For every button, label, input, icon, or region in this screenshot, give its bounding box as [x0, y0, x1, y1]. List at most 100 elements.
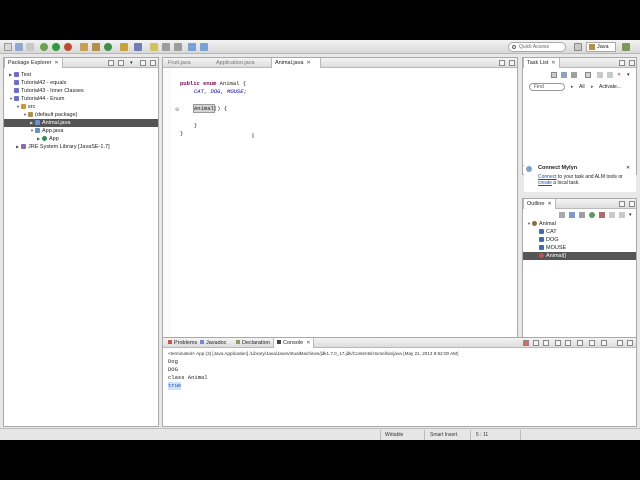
display-console-icon[interactable] — [589, 340, 595, 346]
tree-item-jre-library[interactable]: ▶ JRE System Library [JavaSE-1.7] — [4, 143, 110, 151]
open-type-icon[interactable] — [120, 43, 128, 51]
debug-perspective-icon[interactable] — [622, 43, 630, 51]
forward-icon[interactable] — [200, 43, 208, 51]
maximize-icon[interactable] — [629, 201, 635, 207]
new-class-icon[interactable] — [104, 43, 112, 51]
outline-item-dog[interactable]: DOG — [523, 236, 559, 244]
tab-problems[interactable]: Problems — [165, 338, 200, 348]
new-task-icon[interactable] — [551, 72, 557, 78]
close-icon[interactable]: ✕ — [54, 60, 58, 66]
view-menu-icon[interactable]: ▾ — [130, 60, 136, 66]
open-perspective-icon[interactable] — [574, 43, 582, 51]
hide-fields-icon[interactable] — [569, 212, 575, 218]
next-annotation-icon[interactable] — [162, 43, 170, 51]
hide-completed-icon[interactable] — [585, 72, 591, 78]
code-line-1[interactable]: public enum Animal { — [180, 80, 246, 88]
tab-outline[interactable]: Outline ✕ — [523, 199, 556, 209]
pin-console-icon[interactable] — [577, 340, 583, 346]
outline-item-animal[interactable]: ▼ Animal — [523, 220, 556, 228]
run-last-icon[interactable] — [64, 43, 72, 51]
maximize-icon[interactable] — [509, 60, 515, 66]
outline-item-mouse[interactable]: MOUSE — [523, 244, 566, 252]
new-java-project-icon[interactable] — [80, 43, 88, 51]
code-line-2[interactable]: CAT, DOG, MOUSE; — [194, 88, 247, 96]
categorized-icon[interactable] — [561, 72, 567, 78]
minimize-icon[interactable] — [140, 60, 146, 66]
fold-marker-icon[interactable]: ⊖ — [175, 107, 179, 113]
filter-arrow-icon[interactable]: ▸ — [571, 84, 574, 90]
tree-item-app-java[interactable]: ▼ App.java — [4, 127, 63, 135]
toggle-mark-icon[interactable] — [150, 43, 158, 51]
new-package-icon[interactable] — [92, 43, 100, 51]
back-icon[interactable] — [188, 43, 196, 51]
view-menu-icon[interactable]: ▾ — [627, 72, 630, 78]
maximize-icon[interactable] — [627, 340, 633, 346]
hide-nonpublic-icon[interactable] — [589, 212, 595, 218]
code-line-4[interactable]: Animal() { — [193, 104, 227, 113]
maximize-icon[interactable] — [629, 60, 635, 66]
activate-arrow-icon[interactable]: ▸ — [591, 84, 594, 90]
open-console-icon[interactable] — [601, 340, 607, 346]
scroll-lock-icon[interactable] — [565, 340, 571, 346]
tree-item-tutorial43[interactable]: Tutorial43 - Inner Classes — [4, 87, 84, 95]
clear-console-icon[interactable] — [555, 340, 561, 346]
focus-icon[interactable] — [619, 212, 625, 218]
print-icon[interactable] — [26, 43, 34, 51]
tree-item-default-package[interactable]: ▼ (default package) — [4, 111, 78, 119]
quick-access-input[interactable]: Quick Access — [508, 42, 566, 52]
prev-annotation-icon[interactable] — [174, 43, 182, 51]
save-icon[interactable] — [15, 43, 23, 51]
hide-static-icon[interactable] — [579, 212, 585, 218]
create-link[interactable]: create — [538, 180, 552, 186]
filter-all-link[interactable]: All — [579, 84, 585, 90]
tree-item-animal-java[interactable]: ▶ Animal.java — [4, 119, 158, 127]
tree-item-tutorial42[interactable]: Tutorial42 - equals — [4, 79, 66, 87]
close-icon[interactable]: ✕ — [551, 60, 555, 66]
find-input[interactable]: Find — [529, 83, 565, 91]
link-with-editor-icon[interactable] — [118, 60, 124, 66]
outline-item-constructor[interactable]: Animal() — [523, 252, 636, 260]
activate-link[interactable]: Activate... — [599, 84, 621, 90]
tab-animal-java[interactable]: Animal.java ✕ — [271, 58, 321, 68]
close-icon[interactable]: ✕ — [306, 340, 310, 346]
search-icon[interactable] — [134, 43, 142, 51]
sort-icon[interactable] — [559, 212, 565, 218]
tab-application-java[interactable]: Application.java — [213, 58, 269, 68]
new-icon[interactable] — [4, 43, 12, 51]
tab-console[interactable]: Console ✕ — [273, 338, 315, 348]
tree-item-src[interactable]: ▼ src — [4, 103, 35, 111]
collapse-all-icon[interactable] — [607, 72, 613, 78]
close-icon[interactable]: ✕ — [626, 165, 630, 171]
close-icon[interactable]: ✕ — [617, 72, 621, 78]
minimize-icon[interactable] — [617, 340, 623, 346]
scheduled-icon[interactable] — [571, 72, 577, 78]
terminate-icon[interactable] — [523, 340, 529, 346]
link-icon[interactable] — [609, 212, 615, 218]
remove-launch-icon[interactable] — [533, 340, 539, 346]
remove-all-icon[interactable] — [543, 340, 549, 346]
tree-item-test[interactable]: ▶ Test — [4, 71, 31, 79]
tab-javadoc[interactable]: Javadoc — [197, 338, 230, 348]
minimize-icon[interactable] — [619, 60, 625, 66]
debug-icon[interactable] — [40, 43, 48, 51]
code-line-7[interactable]: } — [180, 130, 183, 138]
tab-fruit-java[interactable]: Fruit.java — [165, 58, 211, 68]
outline-item-cat[interactable]: CAT — [523, 228, 557, 236]
tree-item-app-class[interactable]: ▶ App — [4, 135, 59, 143]
collapse-all-icon[interactable] — [108, 60, 114, 66]
tab-task-list[interactable]: Task List ✕ — [523, 58, 560, 68]
maximize-icon[interactable] — [150, 60, 156, 66]
hide-local-types-icon[interactable] — [599, 212, 605, 218]
focus-icon[interactable] — [597, 72, 603, 78]
tab-declaration[interactable]: Declaration — [233, 338, 273, 348]
minimize-icon[interactable] — [499, 60, 505, 66]
close-icon[interactable]: ✕ — [547, 201, 551, 207]
java-perspective-button[interactable]: Java — [586, 42, 616, 52]
minimize-icon[interactable] — [619, 201, 625, 207]
tab-package-explorer[interactable]: Package Explorer ✕ — [4, 58, 63, 68]
run-icon[interactable] — [52, 43, 60, 51]
code-line-6[interactable]: } — [194, 122, 197, 130]
close-icon[interactable]: ✕ — [306, 60, 310, 66]
view-menu-icon[interactable]: ▾ — [629, 212, 632, 218]
tree-item-tutorial44[interactable]: ▼ Tutorial44 - Enum — [4, 95, 65, 103]
